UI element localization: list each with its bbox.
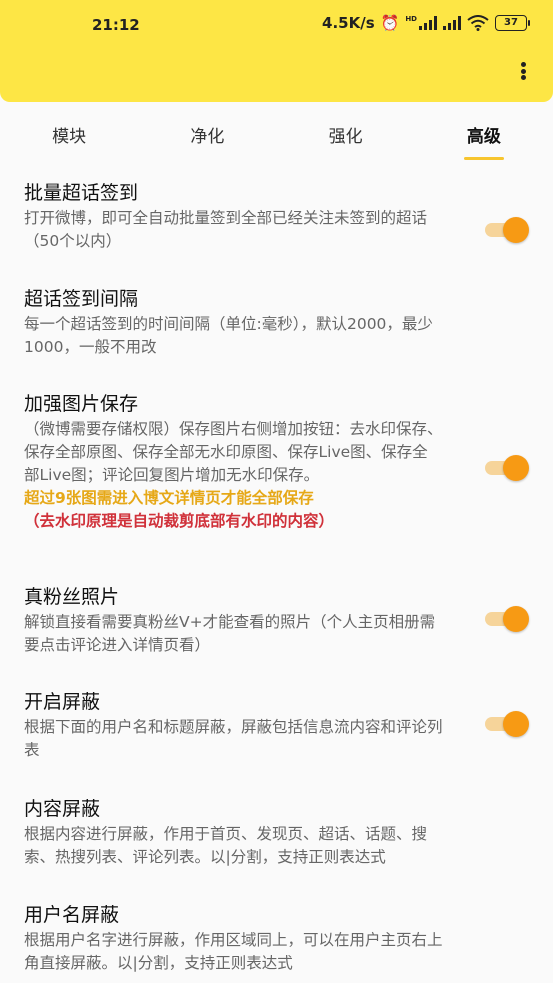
setting-batch-checkin[interactable]: 批量超话签到 打开微博，即可全自动批量签到全部已经关注未签到的超话（50个以内）: [0, 180, 553, 253]
batch-checkin-toggle[interactable]: [485, 217, 529, 243]
hd-label: HD: [405, 15, 417, 23]
setting-warning-red: （去水印原理是自动裁剪底部有水印的内容）: [24, 512, 335, 530]
status-bar: 21:12 4.5K/s ⏰ HD 37: [0, 0, 553, 48]
setting-desc: （微博需要存储权限）保存图片右侧增加按钮：去水印保存、保存全部原图、保存全部无水…: [24, 420, 443, 484]
setting-username-block[interactable]: 用户名屏蔽 根据用户名字进行屏蔽，作用区域同上，可以在用户主页右上角直接屏蔽。以…: [0, 902, 553, 975]
setting-title: 用户名屏蔽: [24, 904, 120, 926]
status-time: 21:12: [92, 16, 140, 34]
setting-title: 批量超话签到: [24, 182, 139, 204]
setting-content-block[interactable]: 内容屏蔽 根据内容进行屏蔽，作用于首页、发现页、超话、话题、搜索、热搜列表、评论…: [0, 796, 553, 869]
status-icons: 4.5K/s ⏰ HD 37: [322, 14, 530, 32]
more-vert-icon[interactable]: [515, 58, 531, 84]
setting-desc: 解锁直接看需要真粉丝V+才能查看的照片（个人主页相册需要点击评论进入详情页看）: [24, 613, 436, 654]
setting-true-fans-photos[interactable]: 真粉丝照片 解锁直接看需要真粉丝V+才能查看的照片（个人主页相册需要点击评论进入…: [0, 584, 553, 657]
app-bar: 21:12 4.5K/s ⏰ HD 37: [0, 0, 553, 102]
tab-bar: 模块 净化 强化 高级: [0, 102, 553, 162]
setting-desc: 根据下面的用户名和标题屏蔽，屏蔽包括信息流内容和评论列表: [24, 718, 443, 759]
setting-desc: 打开微博，即可全自动批量签到全部已经关注未签到的超话（50个以内）: [24, 209, 428, 250]
tab-enhance[interactable]: 强化: [277, 102, 415, 162]
wifi-icon: [467, 15, 489, 31]
setting-checkin-interval[interactable]: 超话签到间隔 每一个超话签到的时间间隔（单位:毫秒），默认2000，最少1000…: [0, 286, 553, 359]
image-save-toggle[interactable]: [485, 455, 529, 481]
enable-block-toggle[interactable]: [485, 711, 529, 737]
setting-enable-block[interactable]: 开启屏蔽 根据下面的用户名和标题屏蔽，屏蔽包括信息流内容和评论列表: [0, 689, 553, 762]
net-speed: 4.5K/s: [322, 14, 375, 32]
cell-signal-icon: [419, 16, 437, 30]
setting-desc: 每一个超话签到的时间间隔（单位:毫秒），默认2000，最少1000，一般不用改: [24, 315, 433, 356]
setting-desc: 根据内容进行屏蔽，作用于首页、发现页、超话、话题、搜索、热搜列表、评论列表。以|…: [24, 825, 428, 866]
setting-image-save[interactable]: 加强图片保存 （微博需要存储权限）保存图片右侧增加按钮：去水印保存、保存全部原图…: [0, 391, 553, 533]
setting-title: 开启屏蔽: [24, 691, 101, 713]
setting-desc: 根据用户名字进行屏蔽，作用区域同上，可以在用户主页右上角直接屏蔽。以|分割，支持…: [24, 931, 443, 972]
battery-icon: 37: [495, 15, 530, 31]
setting-title: 真粉丝照片: [24, 586, 120, 608]
tab-modules[interactable]: 模块: [0, 102, 138, 162]
setting-title: 加强图片保存: [24, 393, 139, 415]
alarm-clock-icon: ⏰: [380, 14, 400, 32]
tab-purify[interactable]: 净化: [138, 102, 276, 162]
true-fans-toggle[interactable]: [485, 606, 529, 632]
cell-signal-2-icon: [443, 16, 461, 30]
setting-title: 内容屏蔽: [24, 798, 101, 820]
setting-title: 超话签到间隔: [24, 288, 139, 310]
tab-advanced[interactable]: 高级: [415, 102, 553, 162]
setting-warning: 超过9张图需进入博文详情页才能全部保存: [24, 489, 314, 507]
